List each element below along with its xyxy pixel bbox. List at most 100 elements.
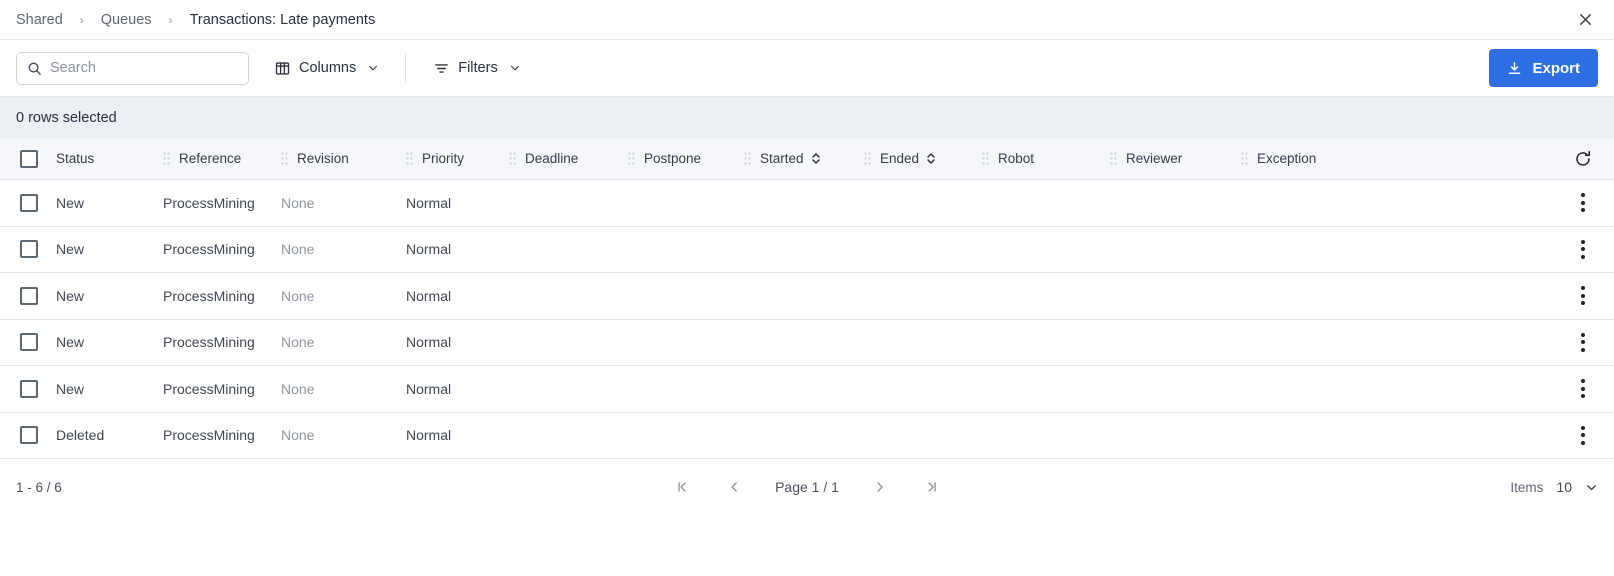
cell-reviewer	[1110, 273, 1241, 319]
cell-revision: None	[281, 194, 315, 211]
column-header-reviewer[interactable]: Reviewer	[1110, 138, 1241, 179]
row-actions-button[interactable]	[1552, 413, 1614, 459]
row-actions-button[interactable]	[1552, 180, 1614, 226]
chevron-down-icon	[367, 62, 379, 74]
columns-button[interactable]: Columns	[269, 51, 385, 85]
row-checkbox[interactable]	[20, 286, 38, 305]
column-header-status[interactable]: Status	[56, 138, 163, 179]
column-drag-handle-icon[interactable]	[1241, 152, 1248, 165]
breadcrumb-item-queues[interactable]: Queues	[101, 12, 152, 28]
search-input[interactable]	[50, 60, 238, 76]
row-checkbox[interactable]	[20, 193, 38, 212]
cell-exception	[1241, 227, 1381, 273]
row-actions-button[interactable]	[1552, 227, 1614, 273]
next-page-button[interactable]	[863, 472, 897, 502]
download-icon	[1507, 61, 1522, 76]
breadcrumb-separator: ›	[79, 12, 84, 27]
cell-robot	[982, 413, 1110, 459]
previous-page-button[interactable]	[717, 472, 751, 502]
row-checkbox[interactable]	[20, 426, 38, 445]
kebab-menu-icon	[1581, 332, 1585, 352]
cell-status: New	[56, 334, 85, 351]
table-row[interactable]: Deleted ProcessMining None Normal	[0, 413, 1614, 459]
row-actions-button[interactable]	[1552, 366, 1614, 412]
column-header-label: Revision	[297, 151, 349, 166]
column-drag-handle-icon[interactable]	[163, 152, 170, 165]
filters-button[interactable]: Filters	[428, 51, 526, 85]
column-drag-handle-icon[interactable]	[982, 152, 989, 165]
cell-priority: Normal	[406, 380, 452, 397]
row-checkbox[interactable]	[20, 379, 38, 398]
last-page-button[interactable]	[915, 472, 949, 502]
cell-ended	[864, 180, 982, 226]
sort-toggle-icon[interactable]	[811, 152, 821, 165]
filters-label: Filters	[458, 60, 498, 76]
column-header-label: Reviewer	[1126, 151, 1183, 166]
row-select-cell	[0, 320, 56, 366]
kebab-menu-icon	[1581, 239, 1585, 259]
column-drag-handle-icon[interactable]	[1110, 152, 1117, 165]
column-drag-handle-icon[interactable]	[864, 152, 871, 165]
column-header-revision[interactable]: Revision	[281, 138, 406, 179]
column-header-robot[interactable]: Robot	[982, 138, 1110, 179]
table-row[interactable]: New ProcessMining None Normal	[0, 320, 1614, 366]
table-footer: 1 - 6 / 6 Page 1 / 1 Items 10	[0, 459, 1614, 515]
row-actions-button[interactable]	[1552, 320, 1614, 366]
cell-started	[744, 273, 864, 319]
search-box[interactable]	[16, 51, 249, 85]
cell-robot	[982, 180, 1110, 226]
breadcrumb-item-shared[interactable]: Shared	[16, 12, 63, 28]
column-header-label: Priority	[422, 151, 465, 166]
toolbar-divider	[405, 54, 407, 82]
column-header-reference[interactable]: Reference	[163, 138, 281, 179]
items-per-page-label: Items	[1510, 479, 1544, 495]
row-actions-button[interactable]	[1552, 273, 1614, 319]
cell-postpone	[628, 273, 744, 319]
column-drag-handle-icon[interactable]	[744, 152, 751, 165]
column-header-postpone[interactable]: Postpone	[628, 138, 744, 179]
row-checkbox[interactable]	[20, 240, 38, 259]
sort-toggle-icon[interactable]	[926, 152, 936, 165]
column-header-exception[interactable]: Exception	[1241, 138, 1381, 179]
cell-deadline	[509, 227, 628, 273]
selection-status-bar: 0 rows selected	[0, 96, 1614, 138]
cell-postpone	[628, 227, 744, 273]
chevron-down-icon	[509, 62, 521, 74]
column-drag-handle-icon[interactable]	[406, 152, 413, 165]
column-header-deadline[interactable]: Deadline	[509, 138, 628, 179]
cell-deadline	[509, 366, 628, 412]
toolbar: Columns Filters Export	[0, 40, 1614, 96]
pagination: Page 1 / 1	[665, 472, 949, 502]
column-header-label: Exception	[1257, 151, 1317, 166]
select-all-checkbox[interactable]	[20, 149, 38, 168]
column-header-ended[interactable]: Ended	[864, 138, 982, 179]
first-page-button[interactable]	[665, 472, 699, 502]
column-header-label: Postpone	[644, 151, 702, 166]
table-row[interactable]: New ProcessMining None Normal	[0, 366, 1614, 413]
cell-postpone	[628, 180, 744, 226]
row-checkbox[interactable]	[20, 333, 38, 352]
cell-priority: Normal	[406, 427, 452, 444]
close-icon[interactable]	[1572, 7, 1598, 33]
cell-status: Deleted	[56, 427, 105, 444]
column-header-priority[interactable]: Priority	[406, 138, 509, 179]
items-per-page-selector[interactable]: Items 10	[1510, 479, 1598, 495]
table-row[interactable]: New ProcessMining None Normal	[0, 180, 1614, 227]
refresh-button[interactable]	[1552, 138, 1614, 179]
column-drag-handle-icon[interactable]	[628, 152, 635, 165]
selection-count-label: 0 rows selected	[16, 109, 117, 126]
cell-revision: None	[281, 241, 315, 258]
cell-reference: ProcessMining	[163, 241, 255, 258]
export-label: Export	[1532, 59, 1580, 77]
column-drag-handle-icon[interactable]	[509, 152, 516, 165]
cell-revision: None	[281, 334, 315, 351]
column-drag-handle-icon[interactable]	[281, 152, 288, 165]
export-button[interactable]: Export	[1489, 49, 1598, 87]
column-header-started[interactable]: Started	[744, 138, 864, 179]
table-row[interactable]: New ProcessMining None Normal	[0, 227, 1614, 273]
table-row[interactable]: New ProcessMining None Normal	[0, 273, 1614, 320]
cell-robot	[982, 273, 1110, 319]
cell-ended	[864, 413, 982, 459]
cell-revision: None	[281, 287, 315, 304]
cell-postpone	[628, 366, 744, 412]
